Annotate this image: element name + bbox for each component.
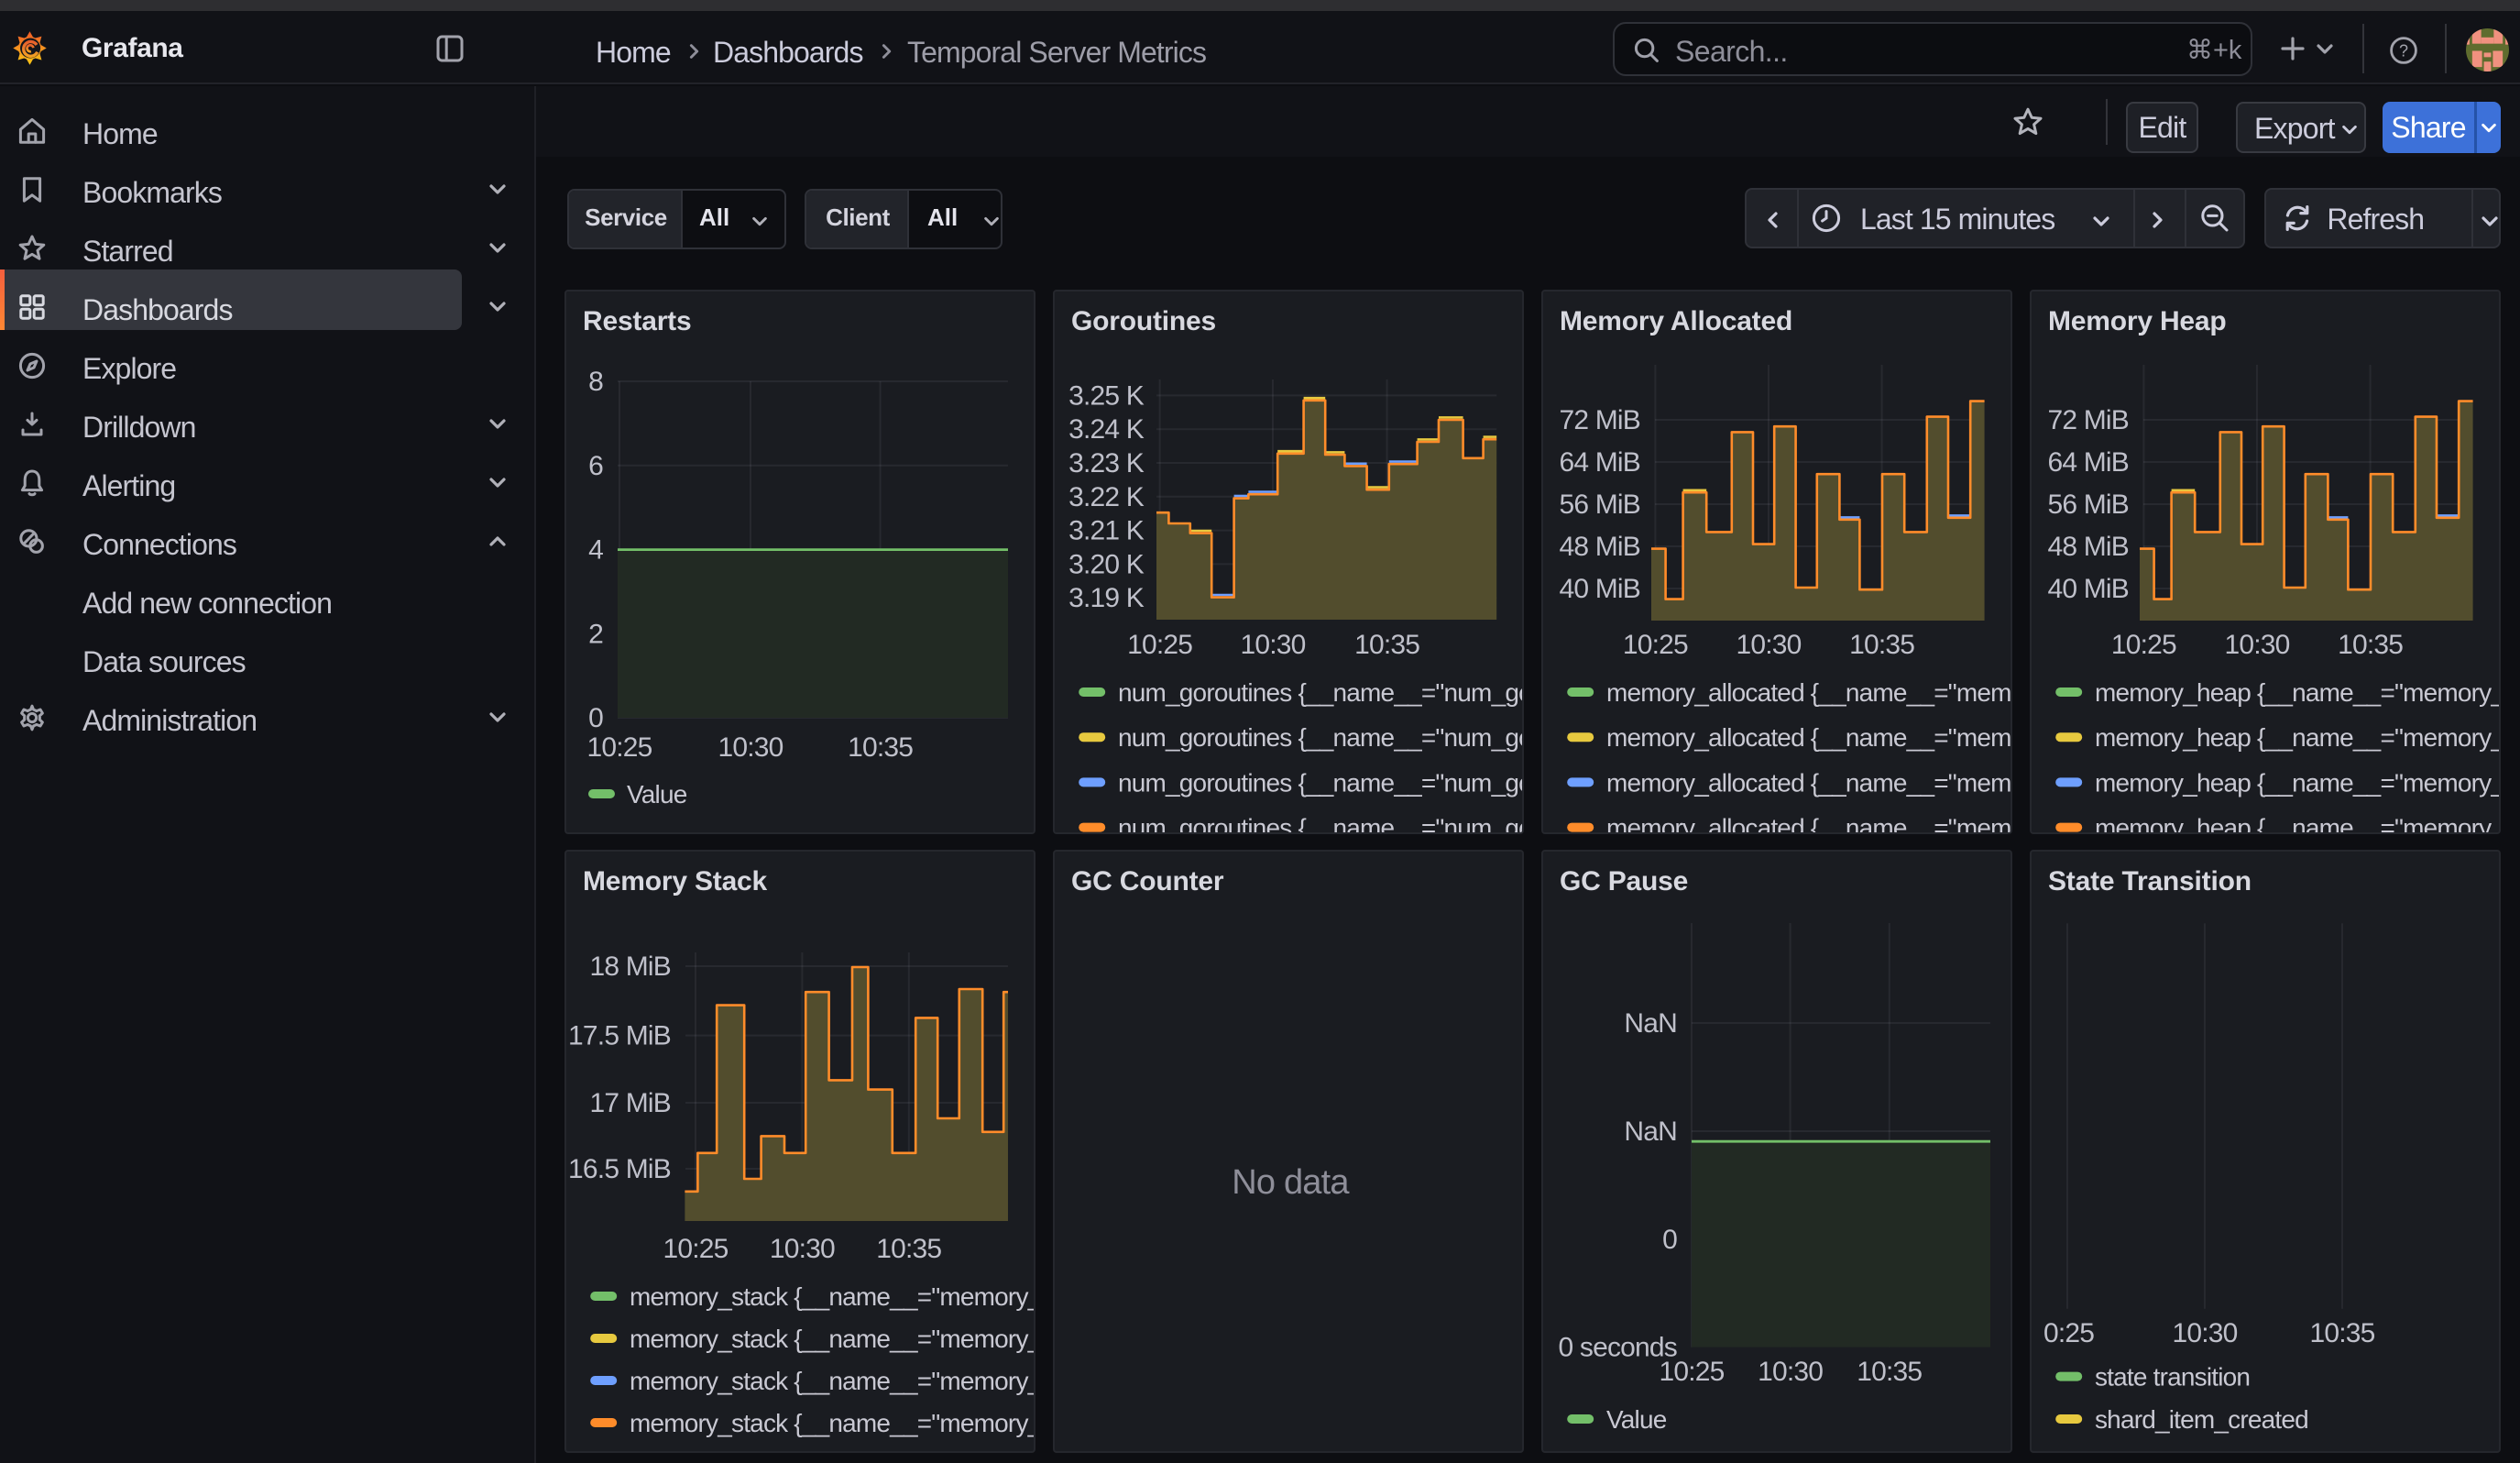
svg-text:10:30: 10:30 bbox=[1240, 630, 1305, 660]
svg-text:10:25: 10:25 bbox=[586, 732, 652, 763]
svg-text:0: 0 bbox=[1662, 1225, 1677, 1255]
svg-text:40 MiB: 40 MiB bbox=[1559, 574, 1640, 604]
svg-text:48 MiB: 48 MiB bbox=[1559, 532, 1640, 562]
svg-text:64 MiB: 64 MiB bbox=[1559, 447, 1640, 478]
svg-text:3.24 K: 3.24 K bbox=[1068, 414, 1145, 445]
svg-text:56 MiB: 56 MiB bbox=[1559, 490, 1640, 520]
svg-text:17.5 MiB: 17.5 MiB bbox=[568, 1021, 671, 1051]
svg-text:num_goroutines {__name__="num_: num_goroutines {__name__="num_goroutines bbox=[1118, 768, 1524, 797]
svg-text:6: 6 bbox=[588, 451, 603, 481]
svg-text:56 MiB: 56 MiB bbox=[2047, 490, 2129, 520]
svg-text:10:35: 10:35 bbox=[1354, 630, 1419, 660]
svg-text:memory_heap {__name__="memory_: memory_heap {__name__="memory_heap bbox=[2095, 814, 2501, 832]
svg-text:3.19 K: 3.19 K bbox=[1068, 583, 1145, 613]
svg-text:3.23 K: 3.23 K bbox=[1068, 448, 1145, 478]
svg-text:8: 8 bbox=[588, 367, 603, 397]
svg-text:0:25: 0:25 bbox=[2043, 1318, 2094, 1348]
svg-text:memory_allocated {__name__="me: memory_allocated {__name__="memory_alloc… bbox=[1606, 678, 2012, 707]
svg-text:num_goroutines {__name__="num_: num_goroutines {__name__="num_goroutines bbox=[1118, 723, 1524, 752]
svg-text:10:30: 10:30 bbox=[2224, 630, 2289, 660]
svg-text:10:35: 10:35 bbox=[1849, 630, 1914, 660]
svg-text:10:35: 10:35 bbox=[2338, 630, 2403, 660]
svg-text:memory_stack {__name__="memory: memory_stack {__name__="memory_stack bbox=[630, 1409, 1035, 1437]
svg-text:3.22 K: 3.22 K bbox=[1068, 482, 1145, 512]
svg-text:shard_item_created: shard_item_created bbox=[2095, 1405, 2308, 1434]
svg-text:16.5 MiB: 16.5 MiB bbox=[568, 1154, 671, 1184]
svg-text:memory_heap {__name__="memory_: memory_heap {__name__="memory_heap bbox=[2095, 678, 2501, 707]
svg-text:2: 2 bbox=[588, 619, 603, 649]
svg-text:10:25: 10:25 bbox=[1127, 630, 1192, 660]
svg-text:memory_allocated {__name__="me: memory_allocated {__name__="memory_alloc… bbox=[1606, 723, 2012, 752]
svg-text:?: ? bbox=[2399, 41, 2408, 60]
svg-text:state transition: state transition bbox=[2095, 1363, 2250, 1392]
svg-text:Value: Value bbox=[627, 780, 687, 808]
svg-text:10:30: 10:30 bbox=[1736, 630, 1801, 660]
svg-text:48 MiB: 48 MiB bbox=[2047, 532, 2129, 562]
svg-text:18 MiB: 18 MiB bbox=[589, 952, 671, 982]
svg-text:40 MiB: 40 MiB bbox=[2047, 574, 2129, 604]
svg-text:4: 4 bbox=[588, 535, 603, 566]
svg-text:memory_stack {__name__="memory: memory_stack {__name__="memory_stack bbox=[630, 1325, 1035, 1353]
svg-text:num_goroutines {__name__="num_: num_goroutines {__name__="num_goroutines bbox=[1118, 678, 1524, 707]
svg-text:Value: Value bbox=[1606, 1405, 1667, 1434]
svg-text:NaN: NaN bbox=[1624, 1008, 1677, 1039]
svg-text:memory_heap {__name__="memory_: memory_heap {__name__="memory_heap bbox=[2095, 768, 2501, 797]
svg-text:10:35: 10:35 bbox=[876, 1234, 941, 1264]
svg-text:memory_stack {__name__="memory: memory_stack {__name__="memory_stack bbox=[630, 1367, 1035, 1395]
svg-text:10:30: 10:30 bbox=[770, 1234, 835, 1264]
svg-text:10:30: 10:30 bbox=[718, 732, 783, 763]
svg-text:10:35: 10:35 bbox=[848, 732, 913, 763]
svg-text:17 MiB: 17 MiB bbox=[589, 1088, 671, 1118]
svg-text:memory_heap {__name__="memory_: memory_heap {__name__="memory_heap bbox=[2095, 723, 2501, 752]
svg-text:memory_stack {__name__="memory: memory_stack {__name__="memory_stack bbox=[630, 1282, 1035, 1311]
svg-text:10:30: 10:30 bbox=[1758, 1357, 1823, 1387]
svg-text:0: 0 bbox=[588, 703, 603, 733]
svg-text:3.20 K: 3.20 K bbox=[1068, 549, 1145, 579]
svg-text:memory_allocated {__name__="me: memory_allocated {__name__="memory_alloc… bbox=[1606, 768, 2012, 797]
svg-text:NaN: NaN bbox=[1624, 1116, 1677, 1147]
svg-text:10:35: 10:35 bbox=[2309, 1318, 2374, 1348]
svg-text:64 MiB: 64 MiB bbox=[2047, 447, 2129, 478]
svg-text:No data: No data bbox=[1232, 1163, 1350, 1202]
svg-text:10:25: 10:25 bbox=[663, 1234, 728, 1264]
svg-text:10:25: 10:25 bbox=[1659, 1357, 1724, 1387]
svg-text:3.25 K: 3.25 K bbox=[1068, 380, 1145, 411]
svg-text:10:30: 10:30 bbox=[2172, 1318, 2237, 1348]
svg-text:72 MiB: 72 MiB bbox=[1559, 405, 1640, 435]
svg-text:num_goroutines {__name__="num_: num_goroutines {__name__="num_goroutines bbox=[1118, 814, 1524, 832]
svg-text:memory_allocated {__name__="me: memory_allocated {__name__="memory_alloc… bbox=[1606, 814, 2012, 832]
svg-text:10:25: 10:25 bbox=[2111, 630, 2176, 660]
svg-text:10:35: 10:35 bbox=[1857, 1357, 1922, 1387]
svg-text:72 MiB: 72 MiB bbox=[2047, 405, 2129, 435]
svg-text:3.21 K: 3.21 K bbox=[1068, 516, 1145, 546]
svg-text:10:25: 10:25 bbox=[1623, 630, 1688, 660]
